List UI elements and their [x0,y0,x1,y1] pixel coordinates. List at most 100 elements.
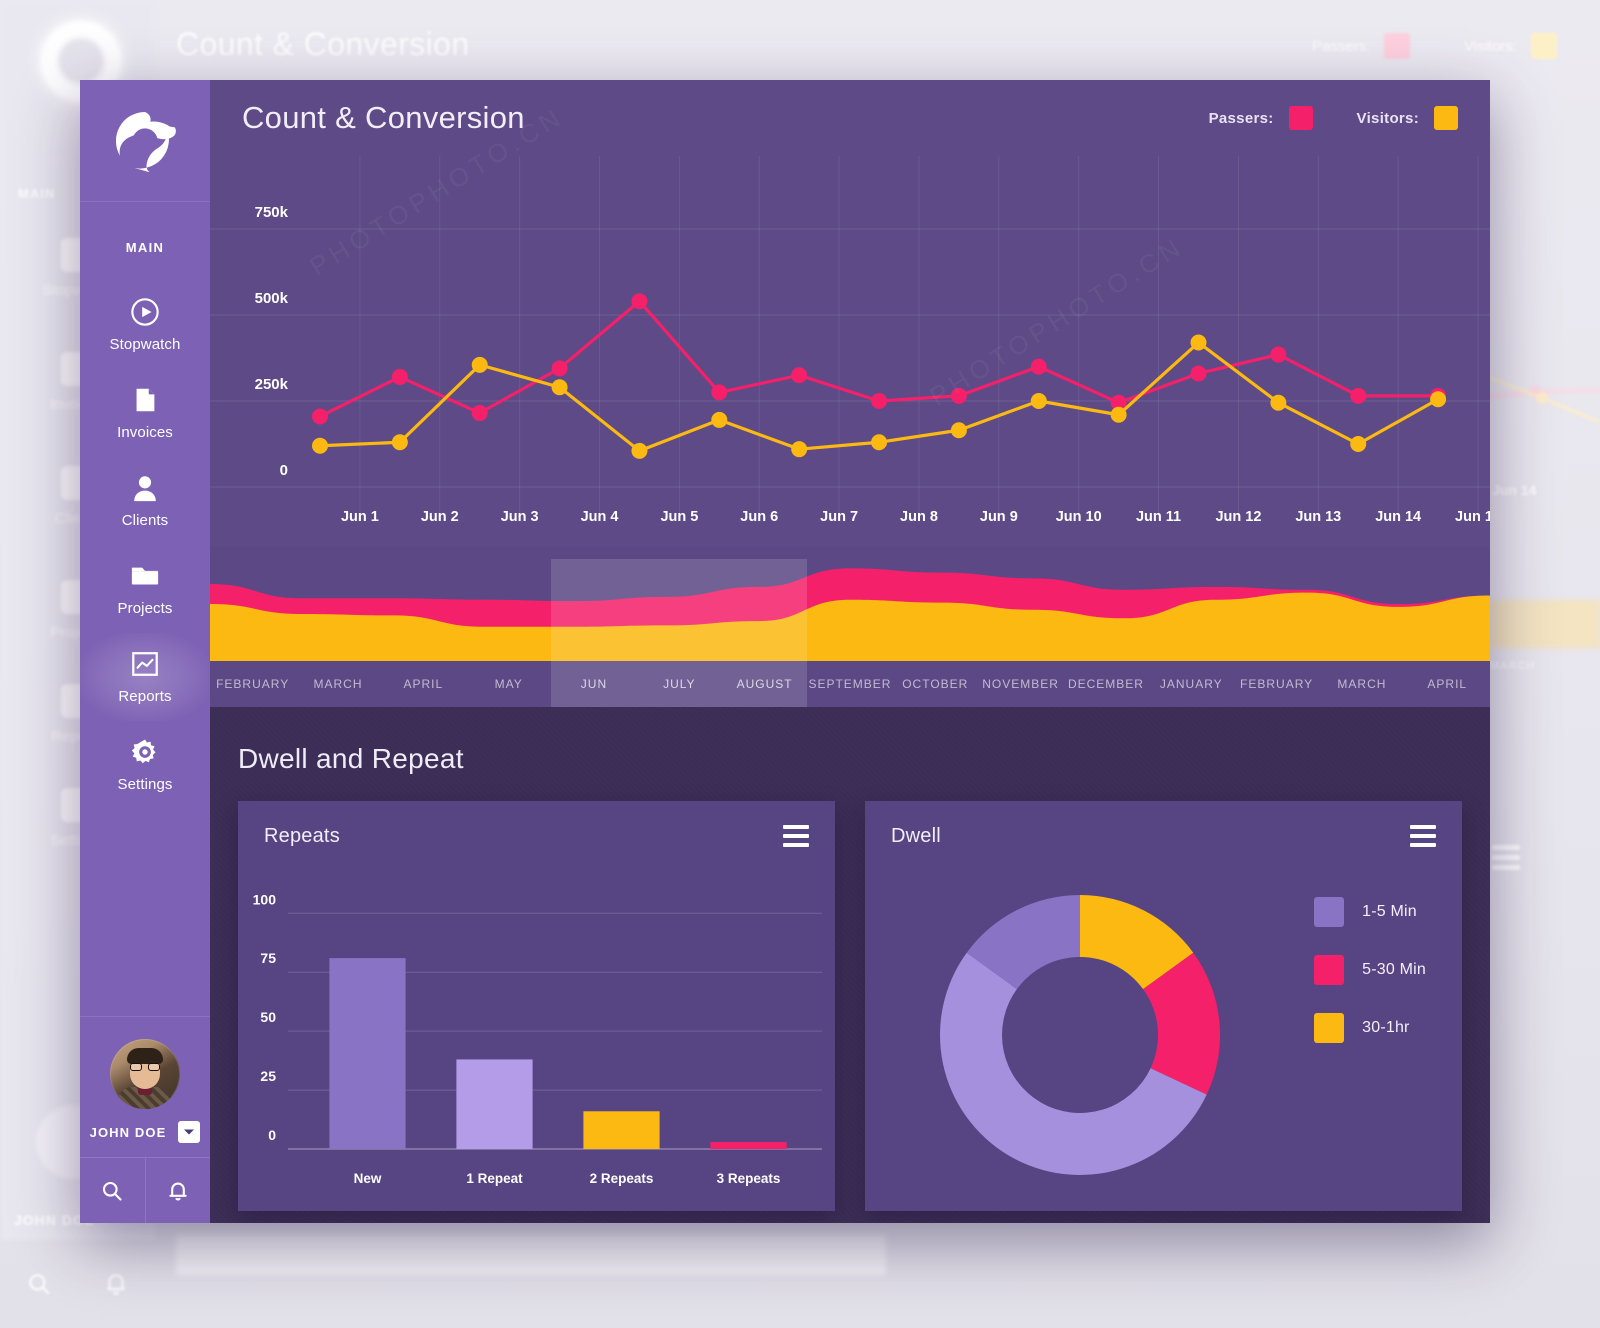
svg-text:Jun 14: Jun 14 [1375,509,1421,525]
search-button[interactable] [80,1158,145,1223]
svg-text:25: 25 [260,1068,276,1084]
background-section-label: MAIN [18,186,56,201]
svg-text:Jun 15: Jun 15 [1455,509,1490,525]
month-label-december-10[interactable]: DECEMBER [1063,677,1148,691]
dwell-legend-label: 5-30 Min [1362,961,1426,978]
content-area: Count & Conversion Passers: Visitors: 0 2… [210,80,1490,1223]
notifications-button[interactable] [144,1158,211,1223]
dwell-legend-item-2[interactable]: 30-1hr [1314,1013,1426,1043]
month-label-may-3[interactable]: MAY [466,677,551,691]
sidebar-item-reports[interactable]: Reports [80,633,210,721]
background-card [176,1235,886,1275]
svg-text:Jun 7: Jun 7 [820,509,858,525]
sidebar-item-stopwatch[interactable]: Stopwatch [80,281,210,369]
background-legend-passers-label: Passers: [1312,37,1371,55]
month-label-february-0[interactable]: FEBRUARY [210,677,295,691]
svg-text:100: 100 [253,891,277,907]
search-icon [103,1181,122,1201]
avatar-hair [127,1048,163,1064]
svg-text:0: 0 [268,1127,276,1143]
user-icon [134,476,156,502]
background-legend-visitors: Visitors: [1464,33,1558,59]
dwell-legend-label: 1-5 Min [1362,903,1417,920]
svg-text:Jun 6: Jun 6 [740,509,778,525]
month-label-april-14[interactable]: APRIL [1405,677,1490,691]
month-label-jun-4[interactable]: JUN [551,677,636,691]
sidebar-item-invoices[interactable]: Invoices [80,369,210,457]
sidebar-item-label: Reports [118,688,172,705]
background-search-icon [0,1240,78,1328]
svg-text:Jun 8: Jun 8 [900,509,938,525]
background-hamburger-icon [1492,845,1520,875]
logo-container[interactable] [80,80,210,202]
svg-text:1 Repeat: 1 Repeat [466,1171,523,1186]
month-label-september-7[interactable]: SEPTEMBER [807,677,892,691]
avatar[interactable] [110,1039,180,1109]
app-window: MAIN Stopwatch Invoices Clients Projects… [80,80,1490,1223]
dwell-card: Dwell 1-5 Min 5-30 Min 30-1hr [865,801,1462,1211]
aperture-logo-icon [115,111,176,172]
month-label-october-8[interactable]: OCTOBER [893,677,978,691]
sidebar-item-clients[interactable]: Clients [80,457,210,545]
svg-text:Jun 3: Jun 3 [501,509,539,525]
dwell-legend-item-0[interactable]: 1-5 Min [1314,897,1426,927]
dwell-menu-button[interactable] [1410,825,1436,847]
svg-text:Jun 13: Jun 13 [1295,509,1341,525]
repeats-card-body: 0 25 50 75 100 New 1 Repeat 2 Repeats 3 Repeats [238,863,835,1211]
legend-visitors-label: Visitors: [1356,109,1419,127]
month-labels-row: FEBRUARY MARCH APRIL MAY JUN JULY AUGUST SEPTEM… [210,661,1490,707]
month-label-november-9[interactable]: NOVEMBER [978,677,1063,691]
sidebar-item-label: Clients [121,512,169,529]
chart-legend: Passers: Visitors: [1209,106,1458,130]
sidebar-tools [80,1157,210,1223]
background-month-row: MARCH [1490,660,1600,672]
count-conversion-line-chart[interactable]: 0 250k 500k 750k Jun 1 Jun 2 Jun 3 Jun 4 Jun 5 Ju… [210,101,1490,547]
profile-block: JOHN DOE [80,1016,210,1157]
sidebar-item-label: Settings [117,776,173,793]
background-legend-passers: Passers: [1312,33,1411,59]
repeats-card-header: Repeats [264,825,809,848]
month-label-march-13[interactable]: MARCH [1319,677,1404,691]
background-bell-icon [78,1240,156,1328]
legend-visitors-swatch [1434,106,1458,130]
sidebar-section-label: MAIN [125,240,165,255]
month-label-march-1[interactable]: MARCH [295,677,380,691]
month-label-april-2[interactable]: APRIL [381,677,466,691]
background-legend-passers-swatch [1384,33,1411,59]
legend-passers-swatch [1288,106,1313,130]
scrubber-area-svg [210,568,1490,661]
sidebar-item-projects[interactable]: Projects [80,545,210,633]
legend-item-passers[interactable]: Passers: [1209,106,1313,130]
topbar: Count & Conversion Passers: Visitors: [210,80,1490,156]
svg-text:250k: 250k [255,376,289,393]
profile-row: JOHN DOE [80,1121,210,1143]
bell-icon [169,1182,187,1200]
background-line-chart [1480,372,1600,424]
background-legend-visitors-swatch [1531,33,1558,59]
sidebar: MAIN Stopwatch Invoices Clients Projects… [80,80,210,1223]
svg-text:3 Repeats: 3 Repeats [717,1171,781,1186]
background-axis-tick-jun14: Jun 14 [1492,482,1537,498]
profile-dropdown-button[interactable] [178,1121,201,1143]
sidebar-nav: Stopwatch Invoices Clients Projects Repo… [80,281,210,809]
sidebar-item-settings[interactable]: Settings [80,721,210,809]
month-range-scrubber[interactable]: FEBRUARY MARCH APRIL MAY JUN JULY AUGUST SEPTEM… [210,547,1490,707]
sidebar-item-label: Invoices [117,424,173,441]
svg-text:Jun 2: Jun 2 [421,509,459,525]
dwell-legend-item-1[interactable]: 5-30 Min [1314,955,1426,985]
repeats-menu-button[interactable] [783,825,809,847]
month-label-february-12[interactable]: FEBRUARY [1234,677,1319,691]
section-heading: Dwell and Repeat [238,743,464,774]
page-title: Count & Conversion [242,100,525,135]
profile-name: JOHN DOE [89,1124,167,1140]
dwell-legend-label: 30-1hr [1362,1019,1410,1036]
dwell-legend-swatch [1314,1013,1345,1043]
dwell-legend-swatch [1314,897,1345,927]
svg-text:New: New [354,1171,382,1186]
month-label-january-11[interactable]: JANUARY [1149,677,1234,691]
month-label-august-6[interactable]: AUGUST [722,677,807,691]
chevron-down-icon [184,1129,195,1135]
legend-item-visitors[interactable]: Visitors: [1357,106,1458,130]
month-label-july-5[interactable]: JULY [637,677,722,691]
